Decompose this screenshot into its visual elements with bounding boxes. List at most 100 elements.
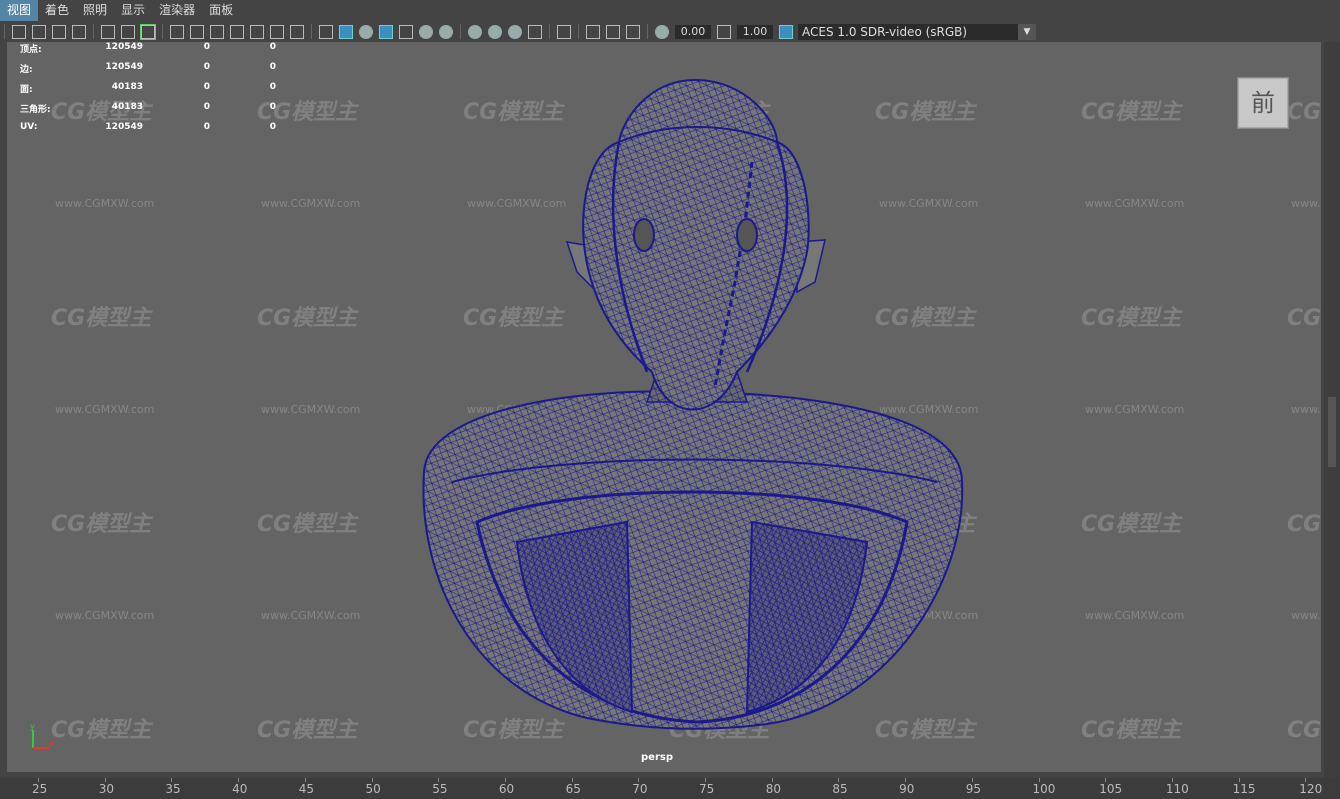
wireframe-on-shaded-icon[interactable]	[379, 24, 393, 39]
depth-of-field-icon[interactable]	[528, 24, 542, 39]
menu-show[interactable]: 显示	[114, 0, 152, 21]
menu-lighting[interactable]: 照明	[76, 0, 114, 21]
hud-label: 三角形:	[20, 105, 51, 115]
lock-camera-icon[interactable]	[52, 24, 66, 39]
2d-pan-zoom-icon[interactable]	[140, 23, 156, 40]
color-management-icon[interactable]	[779, 24, 793, 39]
exposure-icon[interactable]	[655, 24, 669, 39]
hud-value: 120549	[105, 122, 143, 132]
timeline-tick-label: 85	[832, 782, 848, 796]
hud-value: 0	[269, 82, 276, 92]
timeline-tick-label: 55	[432, 782, 448, 796]
textured-icon[interactable]	[399, 24, 413, 39]
toolbar-divider	[311, 24, 312, 39]
bust-body	[422, 390, 964, 730]
x-axis-label: x	[49, 739, 54, 748]
timeline-tick-label: 105	[1099, 782, 1123, 796]
hud-label: 顶点:	[20, 45, 42, 55]
safe-title-icon[interactable]	[290, 24, 304, 39]
select-camera-icon[interactable]	[32, 24, 46, 39]
camera-name-label: persp	[641, 752, 673, 763]
use-default-material-icon[interactable]	[359, 24, 373, 39]
hud-value: 0	[203, 62, 210, 72]
bust-head	[565, 78, 826, 411]
hud-value: 0	[203, 102, 210, 112]
hud-label: 面:	[20, 85, 33, 95]
timeline-tick-label: 50	[365, 782, 381, 796]
wireframe-icon[interactable]	[319, 24, 333, 39]
smooth-shade-icon[interactable]	[339, 24, 353, 39]
toolbar-divider	[460, 24, 461, 39]
wireframe-bust-model[interactable]	[7, 42, 1321, 772]
film-gate-icon[interactable]	[190, 24, 204, 39]
toolbar-divider	[549, 24, 550, 39]
timeline-tick-label: 45	[298, 782, 315, 796]
isolate-select-icon[interactable]	[557, 24, 571, 39]
viewport-toolbar: 0.00 1.00 ACES 1.0 SDR-video (sRGB) ▼	[0, 21, 1340, 42]
hud-value: 0	[203, 42, 210, 52]
toolbar-divider	[578, 24, 579, 39]
menu-view[interactable]: 视图	[0, 0, 39, 21]
xray-joints-icon[interactable]	[626, 24, 640, 39]
bookmark-icon[interactable]	[72, 24, 86, 39]
axis-gizmo: y x	[30, 722, 54, 749]
color-space-dropdown[interactable]: ACES 1.0 SDR-video (sRGB) ▼	[798, 23, 1036, 40]
vertical-scrollbar[interactable]	[1324, 42, 1340, 778]
timeline-tick-label: 110	[1165, 782, 1189, 796]
camera-icon[interactable]	[12, 24, 26, 39]
timeline-tick-label: 75	[699, 782, 715, 796]
lights-icon[interactable]	[419, 24, 433, 39]
screen-space-ao-icon[interactable]	[468, 24, 482, 39]
timeline-tick-label: 70	[632, 782, 648, 796]
timeline-tick-label: 40	[232, 782, 248, 796]
hud-label: 边:	[20, 65, 33, 75]
menu-shading[interactable]: 着色	[38, 0, 76, 21]
toolbar-divider	[4, 24, 5, 39]
gamma-icon[interactable]	[717, 24, 731, 39]
menu-panels[interactable]: 面板	[202, 0, 240, 21]
3d-viewport[interactable]: CG模型主 CG模型主 CG模型主 CG模型主 www.CGMXW.com www.CGM…	[7, 42, 1321, 772]
field-chart-icon[interactable]	[250, 24, 264, 39]
hud-value: 120549	[105, 42, 143, 52]
scrollbar-thumb[interactable]	[1328, 397, 1336, 467]
menu-renderer[interactable]: 渲染器	[152, 0, 202, 21]
grease-pencil-icon[interactable]	[121, 24, 135, 39]
hud-value: 120549	[105, 62, 143, 72]
hud-value: 0	[269, 62, 276, 72]
exposure-field[interactable]: 0.00	[675, 24, 711, 39]
hud-row: 顶点: 120549 0 0	[20, 42, 280, 62]
shadows-icon[interactable]	[439, 24, 453, 39]
poly-count-hud: 顶点: 120549 0 0 边: 120549 0 0 面: 40183 0 0 三角形: 40183 0…	[20, 42, 280, 142]
timeline-tick-label: 35	[165, 782, 181, 796]
xray-icon[interactable]	[586, 24, 600, 39]
color-space-value: ACES 1.0 SDR-video (sRGB)	[802, 24, 968, 39]
safe-action-icon[interactable]	[270, 24, 284, 39]
hud-label: UV:	[20, 122, 38, 132]
hud-row: 边: 120549 0 0	[20, 62, 280, 82]
time-slider[interactable]: 25 30 35 40 45 50 55 60 65 70 75 80 85 90 95 100 105 110 1…	[0, 778, 1340, 799]
chevron-down-icon[interactable]: ▼	[1018, 23, 1036, 40]
timeline-tick-label: 25	[32, 782, 48, 796]
hud-row: UV: 120549 0 0	[20, 122, 280, 142]
motion-blur-icon[interactable]	[488, 24, 502, 39]
y-axis-label: y	[30, 722, 35, 731]
hud-value: 0	[269, 42, 276, 52]
timeline-tick-label: 30	[98, 782, 114, 796]
toolbar-divider	[647, 24, 648, 39]
grid-icon[interactable]	[170, 24, 184, 39]
viewport-menu-bar: 视图 着色 照明 显示 渲染器 面板	[0, 0, 1340, 21]
gate-mask-icon[interactable]	[230, 24, 244, 39]
multisample-aa-icon[interactable]	[508, 24, 522, 39]
timeline-tick-label: 80	[765, 782, 781, 796]
hud-value: 40183	[111, 102, 143, 112]
timeline-tick-label: 115	[1232, 782, 1256, 796]
timeline-tick-label: 95	[965, 782, 982, 796]
xray-active-icon[interactable]	[606, 24, 620, 39]
viewcube[interactable]: 前	[1238, 78, 1288, 128]
timeline-tick-label: 100	[1032, 782, 1056, 796]
hud-value: 0	[269, 102, 276, 112]
image-plane-icon[interactable]	[101, 24, 115, 39]
resolution-gate-icon[interactable]	[210, 24, 224, 39]
gamma-field[interactable]: 1.00	[737, 24, 773, 39]
timeline-tick-label: 60	[498, 782, 515, 796]
